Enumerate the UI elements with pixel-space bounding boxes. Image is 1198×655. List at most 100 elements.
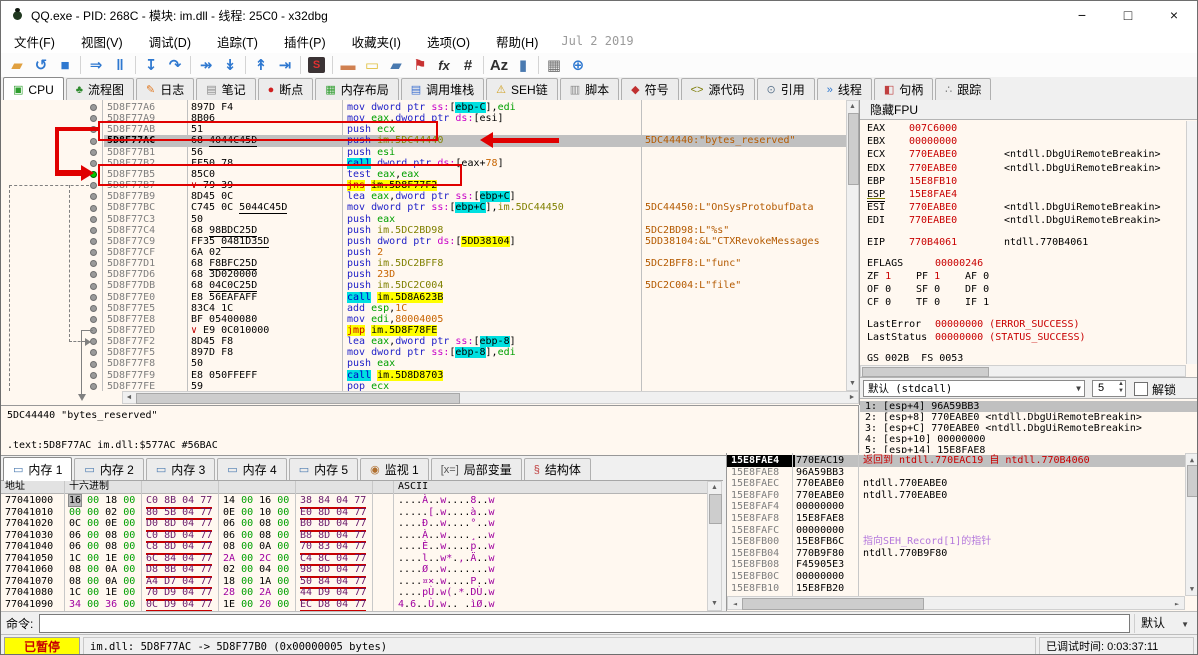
register-row[interactable]: LastStatus 00000000 (STATUS_SUCCESS) — [860, 331, 1185, 344]
disasm-row-5D8F77E0[interactable]: 5D8F77E0 E8 56EAFAFF call im.5D8A623B — [1, 291, 846, 303]
tab-memory[interactable]: ▭ 内存 4 — [217, 458, 287, 480]
row-dot-icon[interactable] — [90, 215, 97, 223]
disasm-row-5D8F77C9[interactable]: 5D8F77C9 FF35 0481D35D push dword ptr ds:[… — [1, 235, 846, 248]
run-to-user-code-icon[interactable]: ↟ — [249, 55, 273, 75]
menu-item[interactable]: 追踪(T) — [204, 32, 271, 51]
stack-row-15E8FAFC[interactable]: 15E8FAFC 00000000 — [727, 525, 1185, 537]
stack-row-15E8FAEC[interactable]: 15E8FAEC 770EABE0 ntdll.770EABE0 — [727, 478, 1185, 490]
register-row[interactable]: ECX 770EABE0 <ntdll.DbgUiRemoteBreakin> — [860, 148, 1185, 161]
tab-threads[interactable]: » 线程 — [816, 78, 872, 100]
row-dot-icon[interactable] — [90, 282, 97, 290]
tab-log[interactable]: ✎ 日志 — [135, 78, 195, 100]
menu-item[interactable]: 选项(O) — [414, 32, 483, 51]
stack-row-15E8FB04[interactable]: 15E8FB04 770B9F80 ntdll.770B9F80 — [727, 548, 1185, 560]
dump-row-77041080[interactable]: 77041080 1C 00 1E 00 70 D9 04 77 28 00 2A 0… — [1, 587, 707, 601]
row-dot-icon[interactable] — [90, 115, 97, 123]
scylla-icon[interactable]: ▮ — [511, 55, 535, 75]
register-row[interactable]: OF 0 SF 0 DF 0 — [860, 283, 1185, 296]
flag[interactable]: DF 0 — [965, 283, 989, 296]
tab-breakpoints[interactable]: ● 断点 — [257, 78, 314, 100]
tab-memory[interactable]: ▭ 内存 5 — [288, 458, 359, 480]
register-row[interactable]: ZF 1 PF 1 AF 0 — [860, 270, 1185, 283]
minimize-icon[interactable]: − — [1059, 1, 1105, 29]
register-value[interactable]: 15E8FB10 — [909, 175, 957, 188]
tab-seh-chain[interactable]: ⚠ SEH链 — [486, 78, 558, 100]
register-row[interactable]: LastError 00000000 (ERROR_SUCCESS) — [860, 318, 1185, 331]
registers-hscrollbar[interactable] — [860, 365, 1186, 377]
menu-item[interactable]: 帮助(H) — [483, 32, 551, 51]
disasm-row-5D8F77D1[interactable]: 5D8F77D1 68 F8BFC25D push im.5DC2BFF8 5DC2B… — [1, 258, 846, 271]
menu-item[interactable]: 插件(P) — [271, 32, 339, 51]
register-value[interactable]: 770EABE0 — [909, 201, 957, 214]
disasm-hscrollbar[interactable]: ◄ ► — [122, 391, 859, 404]
unlock-checkbox[interactable] — [1134, 382, 1148, 396]
argument-row[interactable]: 2: [esp+8] 770EABE0 <ntdll.DbgUiRemoteBr… — [860, 412, 1197, 423]
restart-icon[interactable]: ↺ — [29, 55, 53, 75]
tab-references[interactable]: ⊙ 引用 — [756, 78, 815, 100]
step-out-icon[interactable]: ↡ — [218, 55, 242, 75]
tab-cpu[interactable]: ▣ CPU — [3, 77, 64, 101]
dump-row-77041020[interactable]: 77041020 0C 00 0E 00 D0 8D 04 77 06 00 08 0… — [1, 518, 707, 532]
calling-convention-select[interactable]: 默认 (stdcall) ▼ — [863, 380, 1085, 397]
flag[interactable]: SF 0 — [916, 283, 940, 296]
disasm-row-5D8F77CF[interactable]: 5D8F77CF 6A 02 push 2 — [1, 247, 846, 258]
disasm-row-5D8F77B9[interactable]: 5D8F77B9 8D45 0C lea eax,dword ptr ss:[ebp… — [1, 191, 846, 203]
calculator-icon[interactable]: ▦ — [542, 55, 566, 75]
flag[interactable]: CF 0 — [867, 296, 891, 309]
command-input[interactable] — [39, 613, 1130, 633]
menu-item[interactable]: 调试(D) — [136, 32, 204, 51]
tab-script[interactable]: ▥ 脚本 — [559, 78, 620, 100]
stack-row-15E8FAF4[interactable]: 15E8FAF4 00000000 — [727, 501, 1185, 513]
assemble-icon[interactable]: Az — [487, 55, 511, 75]
dump-row-77041040[interactable]: 77041040 06 00 08 00 C8 8D 04 77 08 00 0A 0… — [1, 541, 707, 555]
tab-source[interactable]: <> 源代码 — [680, 78, 755, 100]
website-icon[interactable]: ⊕ — [566, 55, 590, 75]
disasm-row-5D8F77F5[interactable]: 5D8F77F5 897D F8 mov dword ptr ss:[ebp-8],… — [1, 347, 846, 359]
dump-row-77041090[interactable]: 77041090 34 00 36 00 0C D9 04 77 1E 00 20 0… — [1, 599, 707, 612]
register-value[interactable]: 770B4061 — [909, 236, 957, 249]
tab-memory[interactable]: ▭ 内存 1 — [3, 457, 73, 481]
dump-vscrollbar[interactable]: ▲ ▼ — [707, 481, 722, 611]
dump-row-77041010[interactable]: 77041010 00 00 02 00 80 5B 04 77 0E 00 10 0… — [1, 507, 707, 520]
row-dot-icon[interactable] — [90, 260, 97, 268]
arg-count-spinner[interactable]: 5 ▲ ▼ — [1092, 380, 1126, 397]
tab-memory-map[interactable]: ▦ 内存布局 — [315, 78, 399, 100]
hash-icon[interactable]: # — [456, 55, 480, 75]
labels-icon[interactable]: ▰ — [384, 55, 408, 75]
dump-row-77041050[interactable]: 77041050 1C 00 1E 00 6C 84 04 77 2A 00 2C 0… — [1, 553, 707, 566]
disasm-row-5D8F77F2[interactable]: 5D8F77F2 8D45 F8 lea eax,dword ptr ss:[ebp… — [1, 336, 846, 348]
row-dot-icon[interactable] — [90, 249, 97, 257]
row-dot-icon[interactable] — [90, 338, 97, 346]
open-file-icon[interactable]: ▰ — [5, 55, 29, 75]
comments-icon[interactable]: ▭ — [360, 55, 384, 75]
patches-icon[interactable]: ▬ — [336, 55, 360, 75]
row-dot-icon[interactable] — [90, 304, 97, 312]
flag[interactable]: OF 0 — [867, 283, 891, 296]
register-row[interactable]: EFLAGS 00000246 — [860, 257, 1185, 270]
flag[interactable]: PF 1 — [916, 270, 940, 283]
maximize-icon[interactable]: □ — [1105, 1, 1151, 29]
disasm-row-5D8F77BC[interactable]: 5D8F77BC C745 0C 5044C45D mov dword ptr ss… — [1, 202, 846, 215]
row-dot-icon[interactable] — [90, 271, 97, 279]
bookmarks-icon[interactable]: ⚑ — [408, 55, 432, 75]
hide-fpu-button[interactable]: 隐藏FPU — [860, 100, 1197, 120]
close-icon[interactable]: × — [1151, 1, 1197, 29]
disasm-row-5D8F77B1[interactable]: 5D8F77B1 56 push esi — [1, 147, 846, 158]
register-row[interactable]: EBP 15E8FB10 — [860, 175, 1185, 188]
disasm-row-5D8F77E5[interactable]: 5D8F77E5 83C4 1C add esp,1C — [1, 303, 846, 314]
register-value[interactable]: 007C6000 — [909, 122, 957, 135]
stack-row-15E8FB00[interactable]: 15E8FB00 15E8FB6C 指向SEH_Record[1]的指针 — [727, 536, 1185, 548]
tab-call-stack[interactable]: ▤ 调用堆栈 — [400, 78, 485, 100]
tab-notes[interactable]: ▤ 笔记 — [196, 78, 256, 100]
disasm-row-5D8F77A6[interactable]: 5D8F77A6 897D F4 mov dword ptr ss:[ebp-C],… — [1, 102, 846, 113]
disasm-row-5D8F77C3[interactable]: 5D8F77C3 50 push eax — [1, 214, 846, 225]
register-row[interactable]: EIP 770B4061 ntdll.770B4061 — [860, 236, 1185, 249]
row-dot-icon[interactable] — [90, 182, 97, 190]
flag[interactable]: ZF 1 — [867, 270, 891, 283]
execute-till-return-icon[interactable]: ↠ — [194, 55, 218, 75]
disasm-row-5D8F77D6[interactable]: 5D8F77D6 68 3D020000 push 23D — [1, 269, 846, 280]
register-value[interactable]: 15E8FAE4 — [909, 188, 957, 201]
menu-item[interactable]: 视图(V) — [68, 32, 136, 51]
dump-row-77041000[interactable]: 77041000 16 00 18 00 C0 8B 04 77 14 00 16 0… — [1, 494, 707, 509]
dump-row-77041070[interactable]: 77041070 08 00 0A 00 A4 D7 04 77 18 00 1A 0… — [1, 576, 707, 589]
